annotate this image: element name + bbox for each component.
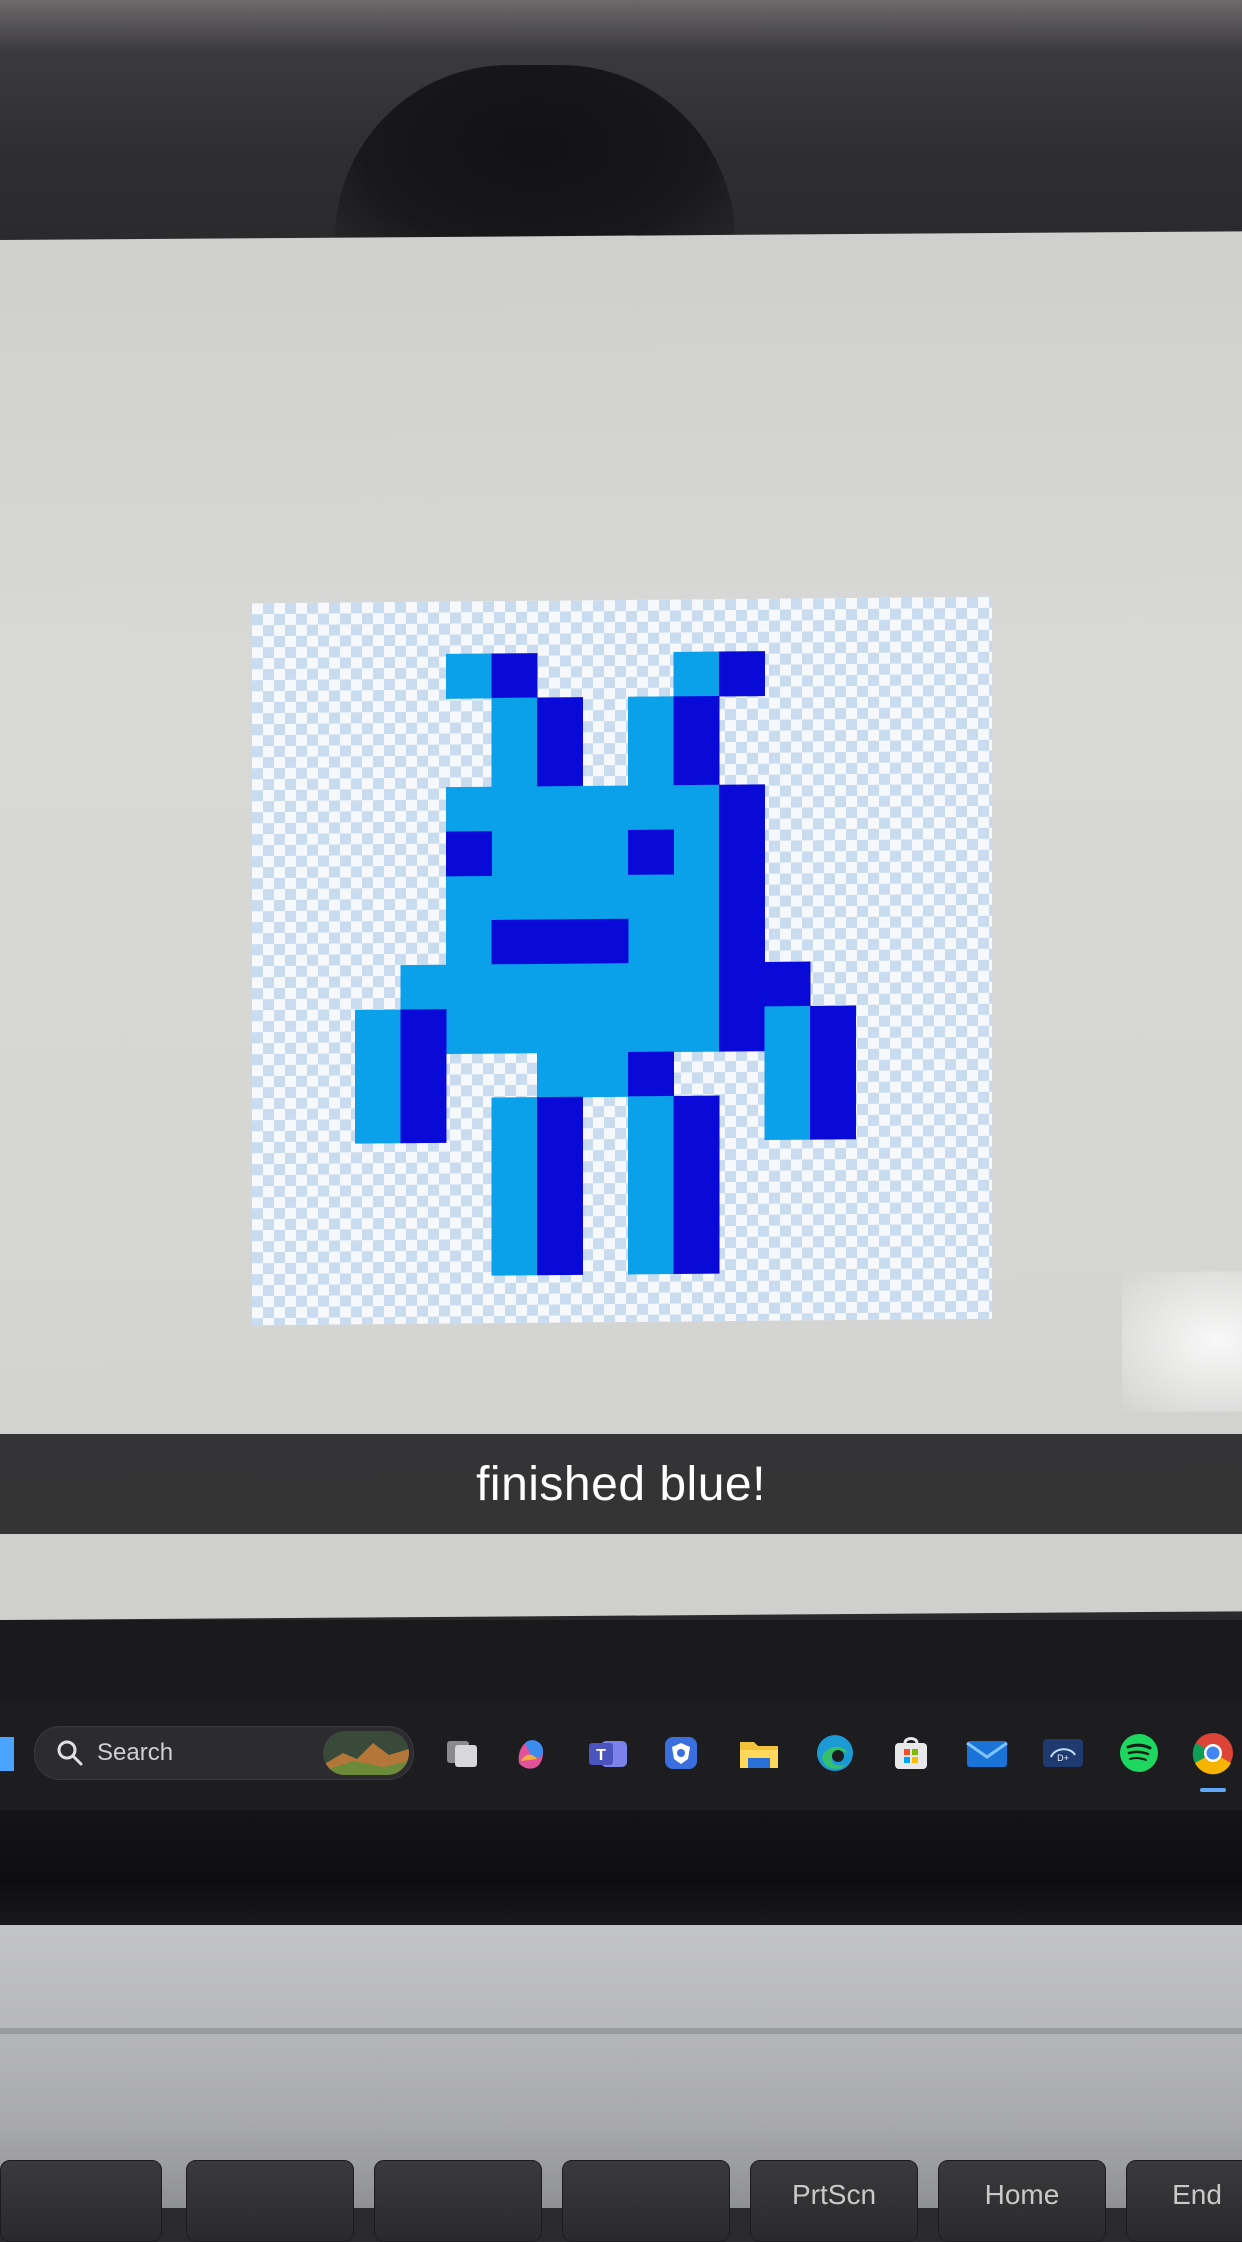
screen-bottom-strip	[0, 1620, 1242, 1700]
sprite-pixel-block	[719, 1006, 765, 1052]
svg-text:T: T	[596, 1747, 606, 1764]
mail-icon[interactable]	[964, 1730, 1010, 1776]
sprite-pixel-block	[537, 697, 583, 787]
sprite-pixel-block	[446, 653, 492, 699]
key-prtscn[interactable]: PrtScn	[750, 2160, 918, 2242]
disney-plus-icon[interactable]: D+	[1040, 1730, 1086, 1776]
sprite-pixel-block	[673, 1095, 720, 1275]
key-label: Home	[984, 2179, 1060, 2210]
search-box[interactable]: Search	[34, 1726, 414, 1780]
sprite-pixel-block	[491, 1097, 538, 1276]
key-mute[interactable]	[0, 2160, 162, 2242]
sprite-pixel-block	[446, 831, 492, 877]
sprite-pixel-block	[400, 962, 720, 1055]
svg-text:D+: D+	[1057, 1753, 1069, 1763]
sprite-pixel-block	[673, 695, 720, 786]
key-end[interactable]: End	[1126, 2160, 1242, 2242]
sprite-pixel-block	[719, 651, 765, 697]
sprite-pixel-block	[491, 697, 538, 788]
sprite-pixel-block	[491, 918, 629, 965]
key-home[interactable]: Home	[938, 2160, 1106, 2242]
start-icon[interactable]	[0, 1737, 14, 1771]
task-view-icon[interactable]	[440, 1730, 486, 1776]
deck-edge	[0, 2028, 1242, 2034]
key-brightness-down[interactable]	[374, 2160, 542, 2242]
pixel-art-sprite	[355, 651, 856, 1276]
shield-app-icon[interactable]	[658, 1730, 704, 1776]
key-label: End	[1172, 2179, 1222, 2210]
teams-icon[interactable]: T	[586, 1730, 632, 1776]
caption-text: finished blue!	[476, 1457, 766, 1511]
sprite-pixel-block	[355, 1009, 401, 1144]
search-highlight-icon	[323, 1731, 409, 1775]
search-label: Search	[97, 1739, 174, 1766]
file-explorer-icon[interactable]	[736, 1730, 782, 1776]
copilot-icon[interactable]	[508, 1730, 554, 1776]
screen-glare	[1122, 1271, 1242, 1413]
key-play-pause[interactable]	[186, 2160, 354, 2242]
microsoft-store-icon[interactable]	[888, 1730, 934, 1776]
sprite-pixel-block	[764, 1005, 811, 1141]
sprite-pixel-block	[628, 1095, 674, 1275]
sprite-pixel-block	[719, 961, 765, 1008]
spotify-icon[interactable]	[1116, 1730, 1162, 1776]
sprite-pixel-block	[673, 651, 720, 697]
search-icon	[57, 1740, 83, 1766]
sprite-pixel-block	[491, 653, 538, 699]
sprite-pixel-block	[400, 1009, 447, 1144]
sprite-pixel-block	[537, 1096, 583, 1276]
keyboard-hinge-area	[0, 1810, 1242, 1930]
key-label: PrtScn	[791, 2179, 877, 2210]
sprite-pixel-block	[628, 1051, 674, 1097]
caption-bar: finished blue!	[0, 1434, 1242, 1534]
sprite-pixel-block	[628, 829, 674, 875]
key-brightness-up[interactable]	[562, 2160, 730, 2242]
sprite-pixel-block	[628, 696, 674, 787]
active-app-indicator	[1200, 1788, 1226, 1792]
pixel-art-canvas	[252, 596, 992, 1326]
sprite-pixel-block	[810, 1005, 856, 1140]
edge-icon[interactable]	[812, 1730, 858, 1776]
chrome-icon[interactable]	[1190, 1730, 1236, 1776]
sprite-pixel-block	[764, 961, 811, 1007]
